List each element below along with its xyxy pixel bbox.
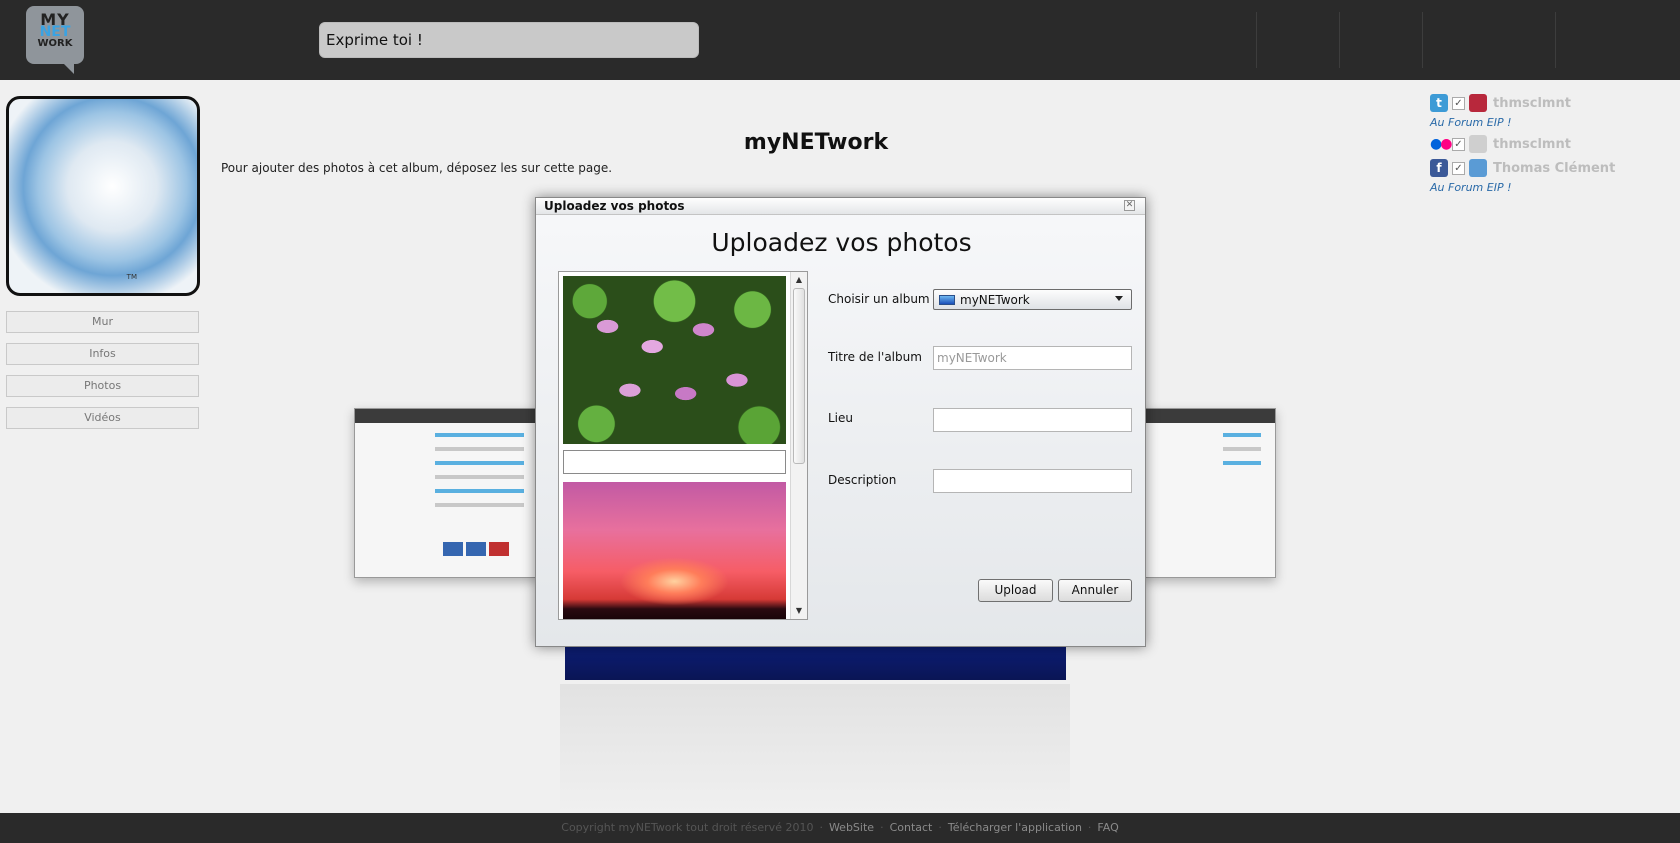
place-field[interactable] xyxy=(933,408,1132,432)
scroll-up-icon[interactable]: ▲ xyxy=(793,274,805,286)
scrollbar[interactable]: ▲ ▼ xyxy=(790,272,807,619)
album-icon xyxy=(939,295,955,305)
scrollbar-thumb[interactable] xyxy=(793,288,805,464)
upload-dialog: Uploadez vos photos ✕ Uploadez vos photo… xyxy=(535,197,1146,647)
chevron-down-icon xyxy=(1115,296,1123,301)
photo-list[interactable]: ▲ ▼ xyxy=(558,271,808,620)
album-selected-value: myNETwork xyxy=(960,293,1030,307)
scroll-down-icon[interactable]: ▼ xyxy=(793,605,805,617)
dialog-window-title: Uploadez vos photos xyxy=(544,199,685,213)
album-select[interactable]: myNETwork xyxy=(933,289,1132,310)
dialog-heading: Uploadez vos photos xyxy=(711,228,972,257)
description-field[interactable] xyxy=(933,469,1132,493)
cancel-button[interactable]: Annuler xyxy=(1058,579,1132,602)
photo-caption-input[interactable] xyxy=(563,450,786,474)
upload-button[interactable]: Upload xyxy=(978,579,1053,602)
photo-thumbnail[interactable] xyxy=(563,276,786,444)
description-label: Description xyxy=(828,473,897,487)
album-label: Choisir un album xyxy=(828,292,930,306)
album-title-field[interactable]: myNETwork xyxy=(933,346,1132,370)
place-label: Lieu xyxy=(828,411,854,425)
photo-thumbnail[interactable] xyxy=(563,482,786,619)
dialog-titlebar: Uploadez vos photos ✕ xyxy=(536,198,1145,215)
close-icon[interactable]: ✕ xyxy=(1124,200,1135,211)
album-title-label: Titre de l'album xyxy=(828,350,922,364)
